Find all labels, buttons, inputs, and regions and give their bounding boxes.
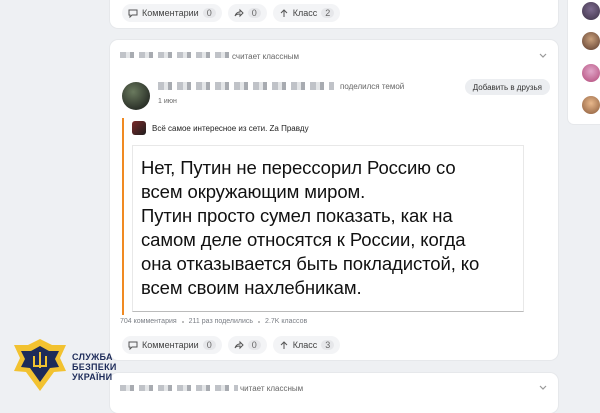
author-action-text: поделился темой xyxy=(340,82,405,91)
stats-comments[interactable]: 704 комментария xyxy=(120,318,177,325)
comments-button[interactable]: Комментарии 0 xyxy=(122,4,222,22)
previous-post-card: Комментарии 0 0 Класс 2 xyxy=(110,0,558,28)
likes-label: Класс xyxy=(292,340,318,350)
shared-topic: Всё самое интересное из сети. Za Правду … xyxy=(122,118,529,315)
chevron-down-icon[interactable] xyxy=(538,51,548,61)
quote-line: она отказывается быть покладистой, ко xyxy=(141,253,480,274)
shares-count: 0 xyxy=(247,340,261,350)
quote-line: Нет, Путин не перессорил Россию со xyxy=(141,157,456,178)
topic-stats: 704 комментария 211 раз поделились 2.7K … xyxy=(120,318,307,325)
liked-by-text: читает классным xyxy=(240,384,304,393)
add-friend-button[interactable]: Добавить в друзья xyxy=(464,79,550,95)
chevron-down-icon[interactable] xyxy=(538,383,548,393)
blurred-username xyxy=(120,52,230,58)
friend-avatar[interactable] xyxy=(582,64,600,82)
like-icon xyxy=(280,341,288,349)
shares-count: 0 xyxy=(247,8,261,18)
likes-count: 3 xyxy=(321,340,335,350)
share-icon xyxy=(234,8,244,18)
like-button[interactable]: Класс 2 xyxy=(272,4,341,22)
post-actions: Комментарии 0 0 Класс 2 xyxy=(122,4,341,22)
friend-avatar[interactable] xyxy=(582,96,600,114)
share-button[interactable]: 0 xyxy=(227,4,267,22)
sbu-text-line3: УКРАЇНИ xyxy=(72,372,113,382)
quote-line: Путин просто сумел показать, как на xyxy=(141,205,453,226)
quote-image[interactable]: Нет, Путин не перессорил Россию со всем … xyxy=(132,145,524,312)
comment-icon xyxy=(128,341,138,350)
like-button[interactable]: Класс 3 xyxy=(272,336,341,354)
share-icon xyxy=(234,340,244,350)
comment-icon xyxy=(128,9,138,18)
friend-avatar[interactable] xyxy=(582,32,600,50)
likes-count: 2 xyxy=(321,8,335,18)
blurred-username xyxy=(120,385,238,391)
feed-post-card: считает классным поделился темой 1 июн Д… xyxy=(110,40,558,360)
friend-avatar[interactable] xyxy=(582,2,600,20)
likes-label: Класс xyxy=(292,8,318,18)
group-name[interactable]: Всё самое интересное из сети. Za Правду xyxy=(152,124,309,133)
comments-count: 0 xyxy=(202,340,216,350)
share-button[interactable]: 0 xyxy=(227,336,267,354)
friends-sidebar xyxy=(568,0,600,124)
author-avatar[interactable] xyxy=(122,82,150,110)
stats-likes[interactable]: 2.7K классов xyxy=(265,318,307,325)
sbu-shield-icon xyxy=(14,339,66,391)
comments-button[interactable]: Комментарии 0 xyxy=(122,336,222,354)
separator-dot xyxy=(258,320,261,323)
group-avatar[interactable] xyxy=(132,121,146,135)
post-actions: Комментарии 0 0 Класс 3 xyxy=(122,336,341,354)
sbu-watermark: СЛУЖБА БЕЗПЕКИ УКРАЇНИ xyxy=(12,338,122,392)
comments-label: Комментарии xyxy=(142,8,199,18)
sbu-text-line1: СЛУЖБА xyxy=(72,352,113,362)
blurred-author-name xyxy=(158,82,334,90)
quote-text: Нет, Путин не перессорил Россию со всем … xyxy=(141,156,516,300)
comments-count: 0 xyxy=(202,8,216,18)
sbu-text-line2: БЕЗПЕКИ xyxy=(72,362,117,372)
quote-line: всем окружающим миром. xyxy=(141,181,366,202)
separator-dot xyxy=(181,320,184,323)
quote-line: всем своим нахлебникам. xyxy=(141,277,362,298)
liked-by-text: считает классным xyxy=(232,52,300,61)
next-post-card: читает классным xyxy=(110,373,558,413)
quote-line: самом деле относятся к России, когда xyxy=(141,229,466,250)
post-date: 1 июн xyxy=(158,98,177,105)
like-icon xyxy=(280,9,288,17)
stats-shares[interactable]: 211 раз поделились xyxy=(189,318,253,325)
comments-label: Комментарии xyxy=(142,340,199,350)
